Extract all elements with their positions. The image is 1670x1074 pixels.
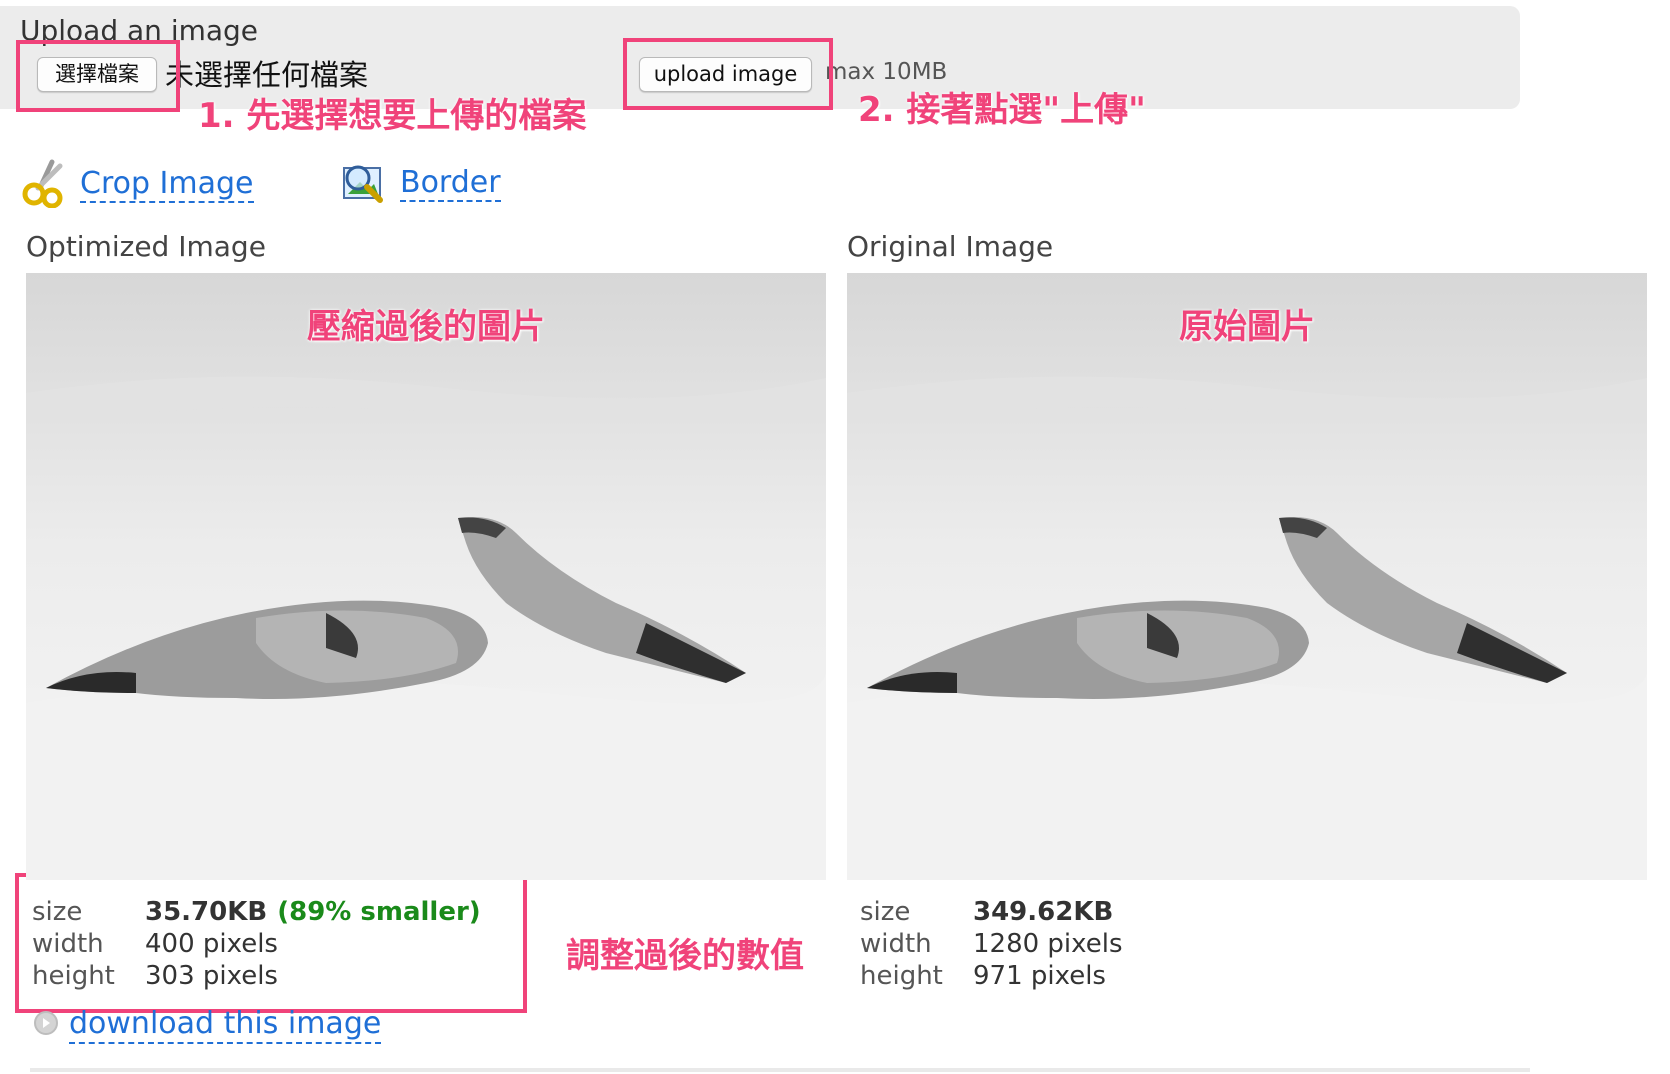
upload-image-button[interactable]: upload image (639, 57, 812, 92)
border-link[interactable]: Border (400, 166, 501, 202)
stat-key: size (32, 897, 83, 927)
optimized-image: 壓縮過後的圖片 (26, 273, 826, 880)
upload-title: Upload an image (20, 14, 259, 47)
stat-key: size (860, 897, 911, 927)
divider (30, 1068, 1530, 1072)
stat-width-value: 400 pixels (145, 929, 278, 959)
seal-photo-optimized (26, 273, 826, 880)
original-image-label: Original Image (847, 230, 1054, 263)
original-stats: size 349.62KB width 1280 pixels height 9… (860, 896, 1123, 992)
adjusted-values-annotation: 調整過後的數值 (566, 936, 804, 976)
border-tool[interactable]: Border (340, 158, 501, 210)
stat-width-value: 1280 pixels (973, 929, 1123, 959)
scissors-icon (22, 158, 68, 212)
stat-height-value: 303 pixels (145, 961, 278, 991)
choose-file-button[interactable]: 選擇檔案 (37, 57, 157, 92)
stat-row-width: width 400 pixels (32, 928, 481, 960)
arrow-circle-icon (33, 1010, 59, 1040)
stat-size-value: 35.70KB (145, 897, 268, 927)
optimized-caption: 壓縮過後的圖片 (307, 307, 545, 347)
stat-key: width (32, 929, 104, 959)
stat-row-width: width 1280 pixels (860, 928, 1123, 960)
stat-key: height (32, 961, 115, 991)
download-row[interactable]: download this image (33, 1006, 382, 1044)
savings-badge: (89% smaller) (277, 897, 481, 927)
stat-key: height (860, 961, 943, 991)
original-caption: 原始圖片 (1179, 307, 1315, 347)
stat-row-size: size 349.62KB (860, 896, 1123, 928)
optimized-image-label: Optimized Image (26, 230, 266, 263)
stat-size-value: 349.62KB (973, 897, 1114, 927)
crop-image-link[interactable]: Crop Image (80, 167, 254, 203)
magnifier-image-icon (340, 158, 388, 210)
stat-key: width (860, 929, 932, 959)
seal-photo-original (847, 273, 1647, 880)
stat-row-height: height 971 pixels (860, 960, 1123, 992)
download-image-link[interactable]: download this image (69, 1006, 382, 1044)
stat-row-size: size 35.70KB (89% smaller) (32, 896, 481, 928)
crop-tool[interactable]: Crop Image (22, 158, 254, 212)
step2-annotation: 2. 接著點選"上傳" (858, 90, 1146, 130)
stat-row-height: height 303 pixels (32, 960, 481, 992)
stat-height-value: 971 pixels (973, 961, 1106, 991)
original-image: 原始圖片 (847, 273, 1647, 880)
step1-annotation: 1. 先選擇想要上傳的檔案 (198, 96, 587, 136)
optimized-stats: size 35.70KB (89% smaller) width 400 pix… (32, 896, 481, 992)
